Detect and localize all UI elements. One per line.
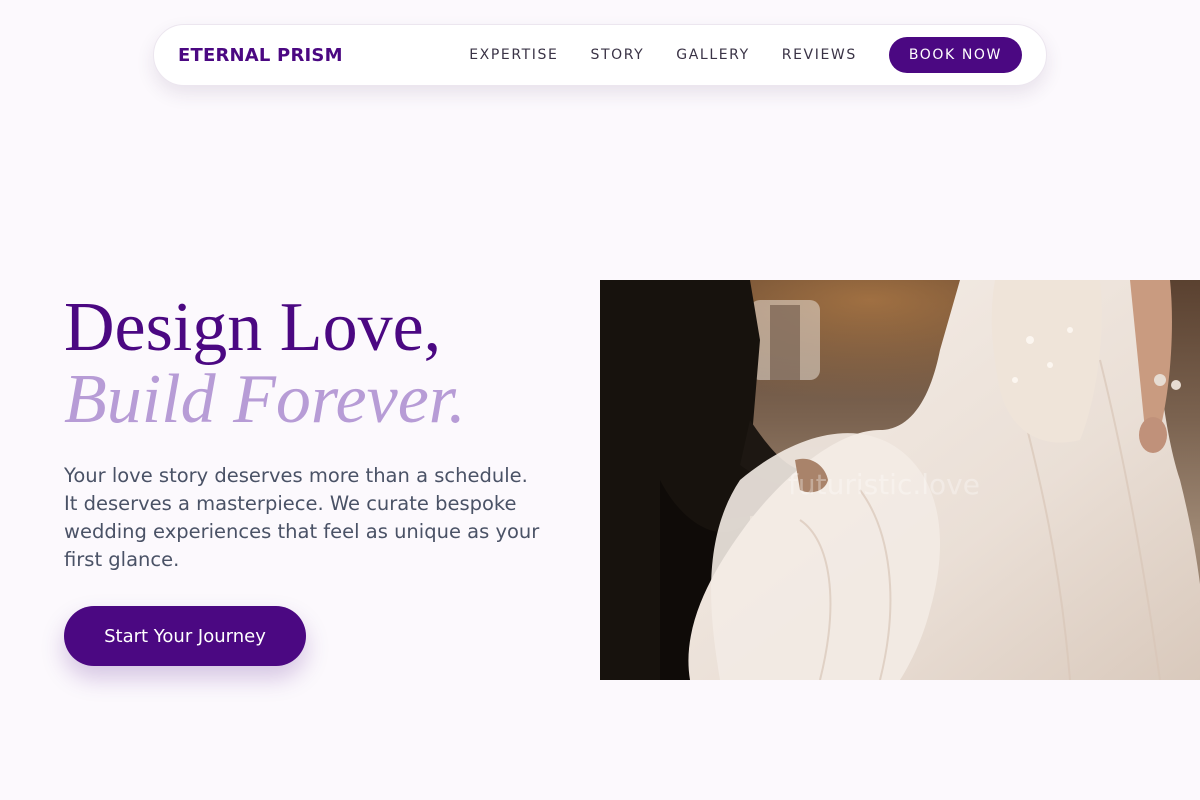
nav-link-story[interactable]: STORY (590, 47, 644, 63)
page: ETERNAL PRISM EXPERTISE STORY GALLERY RE… (0, 0, 1200, 800)
top-navigation: ETERNAL PRISM EXPERTISE STORY GALLERY RE… (153, 24, 1047, 86)
nav-link-expertise[interactable]: EXPERTISE (469, 47, 558, 63)
nav-link-reviews[interactable]: REVIEWS (782, 47, 857, 63)
nav-links: EXPERTISE STORY GALLERY REVIEWS BOOK NOW (469, 37, 1022, 73)
hero-image: futuristic.love (600, 280, 1200, 680)
book-now-button[interactable]: BOOK NOW (888, 37, 1022, 73)
image-watermark: futuristic.love (788, 468, 980, 501)
hero-title-line2: Build Forever. (64, 361, 466, 438)
hero-subtitle: Your love story deserves more than a sch… (64, 464, 540, 571)
start-journey-button[interactable]: Start Your Journey (64, 606, 306, 666)
nav-link-gallery[interactable]: GALLERY (676, 47, 749, 63)
hero-title-line1: Design Love, (64, 289, 442, 366)
brand-logo[interactable]: ETERNAL PRISM (178, 45, 343, 66)
hero-title: Design Love, Build Forever. (64, 292, 466, 436)
